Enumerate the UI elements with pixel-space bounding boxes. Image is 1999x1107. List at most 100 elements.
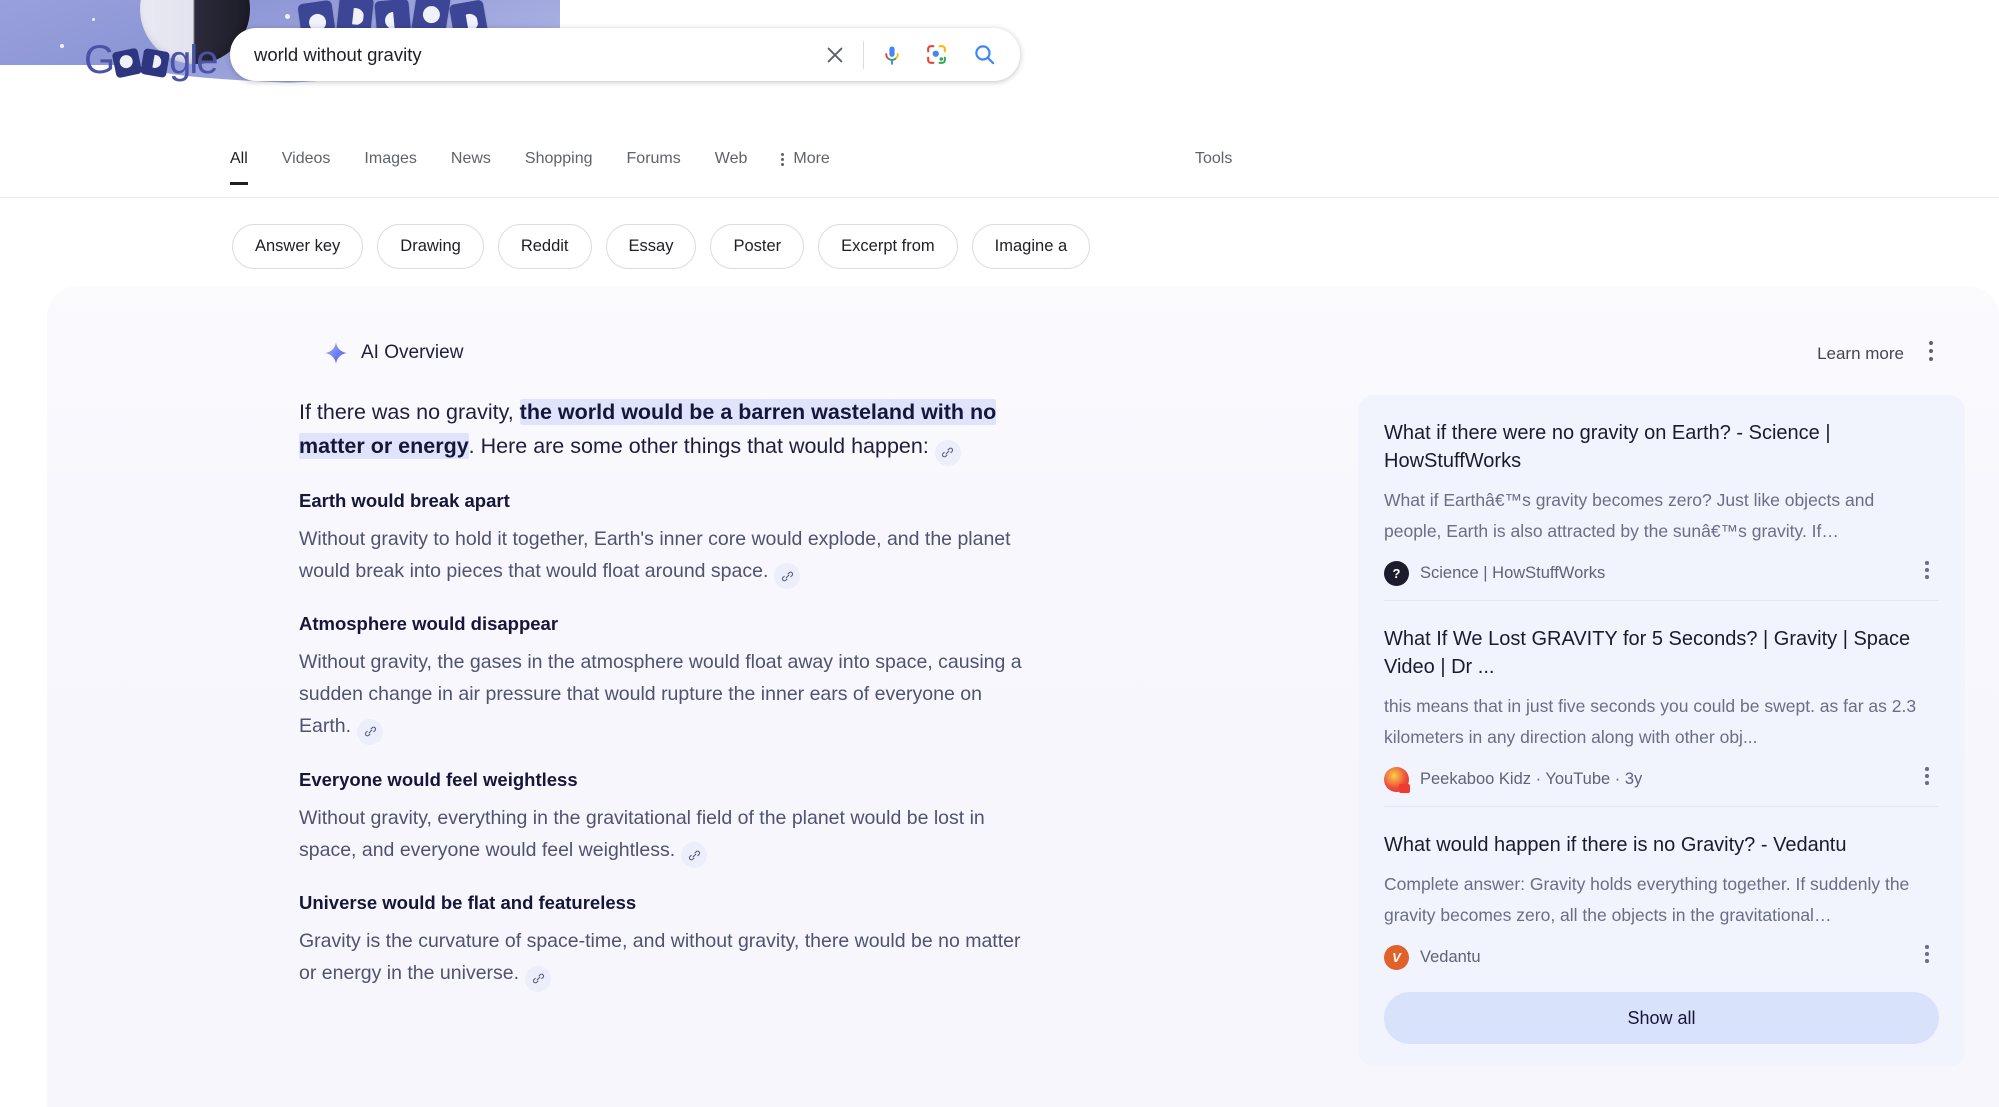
source-link-icon[interactable] <box>681 842 708 868</box>
tab-label: Shopping <box>524 150 593 167</box>
tab-all[interactable]: All <box>230 150 248 185</box>
tools-label: Tools <box>1195 150 1233 167</box>
show-all-sources-button[interactable]: Show all <box>1384 992 1939 1044</box>
source-link-icon[interactable] <box>525 965 552 992</box>
source-site-name: Science | HowStuffWorks <box>1420 564 1606 582</box>
link-icon <box>942 447 954 458</box>
chip-essay[interactable]: Essay <box>605 224 697 269</box>
chip-label: Answer key <box>255 237 341 255</box>
source-link-icon[interactable] <box>934 439 961 466</box>
image-search-button[interactable] <box>914 33 958 77</box>
source-link-icon[interactable] <box>357 718 384 745</box>
source-footer: ? Science | HowStuffWorks <box>1384 561 1939 586</box>
search-bar[interactable] <box>230 28 1020 81</box>
doodle-star <box>285 14 290 19</box>
source-link-icon[interactable] <box>774 563 801 589</box>
lead-suffix: . Here are some other things that would … <box>468 434 929 458</box>
ai-overview-options-button[interactable] <box>1917 334 1945 368</box>
source-card[interactable]: What would happen if there is no Gravity… <box>1384 806 1939 984</box>
section-body-text: Gravity is the curvature of space-time, … <box>299 930 1021 984</box>
chip-label: Excerpt from <box>841 237 935 255</box>
learn-more-link[interactable]: Learn more <box>1817 344 1904 364</box>
chip-reddit[interactable]: Reddit <box>497 224 592 269</box>
ai-overview-panel: AI Overview Learn more If there was no g… <box>47 286 1999 1107</box>
more-vert-icon <box>1925 781 1929 785</box>
favicon-vedantu-icon: V <box>1384 945 1409 970</box>
more-vert-icon <box>1925 568 1929 572</box>
section-body-text: Without gravity to hold it together, Ear… <box>299 527 1011 582</box>
section-body: Without gravity, the gases in the atmosp… <box>299 646 1039 745</box>
tab-label: Videos <box>281 150 331 167</box>
tab-label: Web <box>714 150 748 167</box>
more-vert-icon <box>1929 349 1933 353</box>
logo-moon-o-icon <box>140 47 171 79</box>
tab-web[interactable]: Web <box>715 150 748 182</box>
microphone-icon <box>885 46 899 65</box>
search-submit-button[interactable] <box>958 33 1010 77</box>
source-card[interactable]: What if there were no gravity on Earth? … <box>1384 395 1939 600</box>
source-options-button[interactable] <box>1915 940 1939 968</box>
source-footer: V Vedantu <box>1384 945 1939 970</box>
tab-news[interactable]: News <box>451 150 491 182</box>
source-snippet: Complete answer: Gravity holds everythin… <box>1384 874 1910 925</box>
more-vert-icon <box>1925 561 1929 565</box>
link-icon <box>781 571 793 581</box>
tab-shopping[interactable]: Shopping <box>525 150 593 182</box>
section-heading: Earth would break apart <box>299 489 510 511</box>
more-vert-icon <box>1929 341 1933 345</box>
tab-images[interactable]: Images <box>364 150 416 182</box>
ai-sparkle-icon <box>325 342 347 364</box>
chip-imagine-a[interactable]: Imagine a <box>971 224 1091 269</box>
logo-moon-o-icon <box>111 47 143 79</box>
chip-label: Drawing <box>400 237 461 255</box>
source-snippet: this means that in just five seconds you… <box>1384 696 1917 747</box>
tab-label: More <box>793 150 830 167</box>
tab-label: All <box>230 150 248 167</box>
chip-drawing[interactable]: Drawing <box>377 224 484 269</box>
tab-label: News <box>450 150 491 167</box>
more-vert-icon <box>1925 575 1929 579</box>
chip-excerpt-from[interactable]: Excerpt from <box>818 224 958 269</box>
source-title[interactable]: What If We Lost GRAVITY for 5 Seconds? |… <box>1384 625 1939 681</box>
more-vert-icon <box>1925 767 1929 771</box>
search-results-page: Ggle world without gravity All Videos Im… <box>0 0 1999 1107</box>
filter-chips: Answer key Drawing Reddit Essay Poster E… <box>232 224 1091 269</box>
chip-label: Poster <box>733 237 782 255</box>
source-card[interactable]: What If We Lost GRAVITY for 5 Seconds? |… <box>1384 600 1939 806</box>
chip-label: Essay <box>628 237 674 255</box>
source-title[interactable]: What would happen if there is no Gravity… <box>1384 831 1939 859</box>
more-vert-icon <box>1929 357 1933 361</box>
favicon-youtube-icon <box>1384 767 1410 793</box>
google-lens-icon <box>926 45 946 64</box>
sources-bottom-padding <box>1384 1044 1939 1066</box>
ai-overview-title: AI Overview <box>361 342 464 363</box>
more-vert-icon <box>1925 959 1929 963</box>
search-divider <box>863 40 864 69</box>
chip-label: Reddit <box>520 237 569 255</box>
google-logo[interactable]: Ggle <box>84 38 219 83</box>
chip-answer-key[interactable]: Answer key <box>232 224 364 269</box>
tools-button[interactable]: Tools <box>1195 150 1232 182</box>
tab-label: Forums <box>626 150 681 167</box>
search-input[interactable] <box>252 42 813 67</box>
section-body-text: Without gravity, the gases in the atmosp… <box>299 651 1022 737</box>
doodle-star <box>38 70 41 73</box>
section-body: Gravity is the curvature of space-time, … <box>299 925 1039 992</box>
tab-forums[interactable]: Forums <box>627 150 681 182</box>
tab-label: Images <box>364 150 417 167</box>
ai-overview-lead: If there was no gravity, the world would… <box>299 395 1039 466</box>
clear-search-button[interactable] <box>813 33 857 77</box>
ai-overview-header: AI Overview <box>324 341 463 365</box>
link-icon <box>364 726 376 737</box>
section-heading: Everyone would feel weightless <box>299 768 578 790</box>
source-options-button[interactable] <box>1915 556 1939 584</box>
tab-more[interactable]: More <box>781 150 830 182</box>
chip-poster[interactable]: Poster <box>710 224 805 269</box>
doodle-star <box>150 90 153 93</box>
ai-overview-content: If there was no gravity, the world would… <box>299 395 1039 992</box>
voice-search-button[interactable] <box>870 33 914 77</box>
source-title[interactable]: What if there were no gravity on Earth? … <box>1384 419 1939 475</box>
source-site-name: Vedantu <box>1420 948 1481 966</box>
source-options-button[interactable] <box>1915 762 1939 790</box>
tab-videos[interactable]: Videos <box>282 150 331 182</box>
